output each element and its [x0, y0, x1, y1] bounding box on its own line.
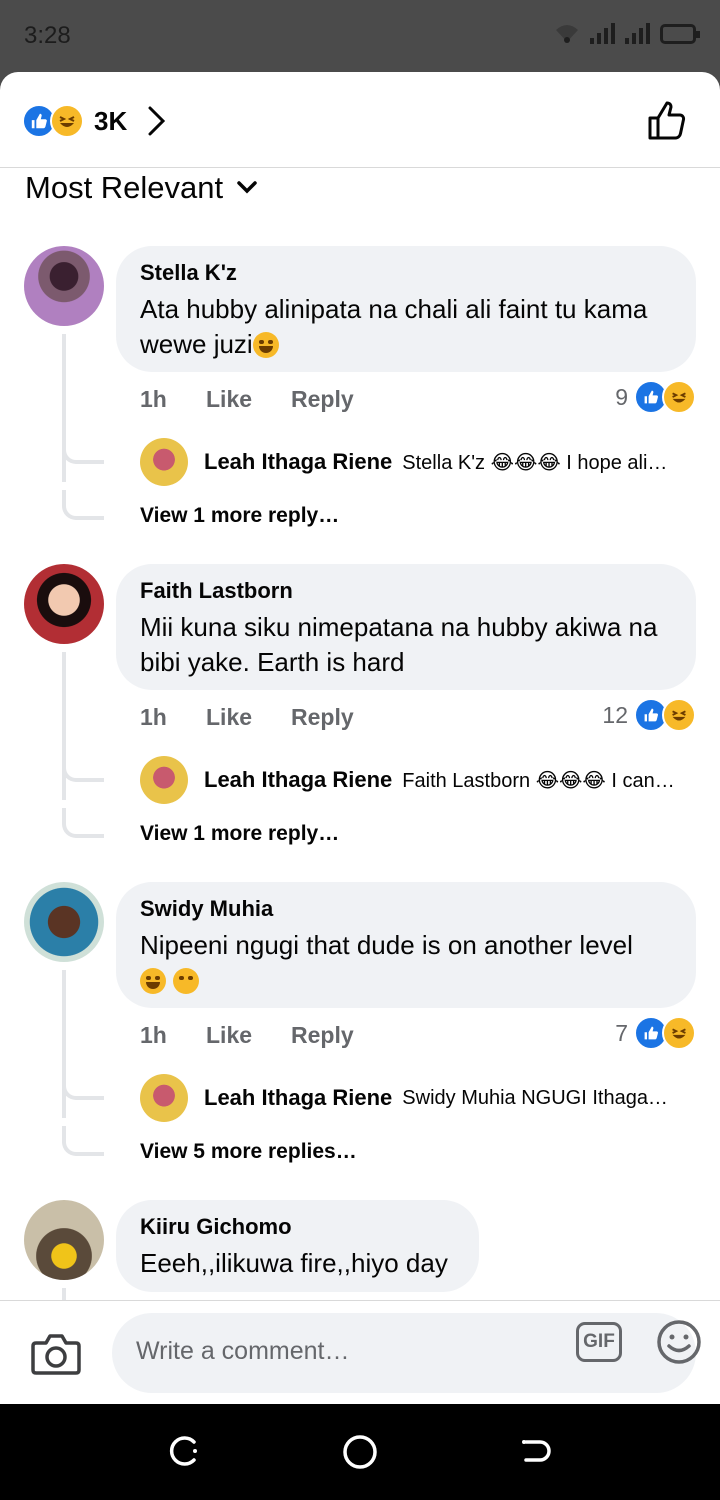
thread-branch: [62, 434, 104, 464]
comment-text: Mii kuna siku nimepatana na hubby akiwa …: [140, 612, 658, 677]
comment-placeholder: Write a comment…: [136, 1337, 350, 1365]
comment-text: Ata hubby alinipata na chali ali faint t…: [140, 294, 648, 359]
thread-line: [62, 1288, 66, 1300]
reply-author[interactable]: Leah Ithaga Riene: [204, 1085, 392, 1111]
chevron-down-icon: [237, 181, 257, 194]
thread-branch: [62, 808, 104, 838]
comment-time: 1h: [140, 1022, 167, 1048]
comment-author[interactable]: Stella K'z: [140, 260, 672, 286]
avatar-kiiru[interactable]: [24, 1200, 104, 1280]
comment-bubble[interactable]: Kiiru Gichomo Eeeh,,ilikuwa fire,,hiyo d…: [116, 1200, 479, 1292]
avatar-swidy[interactable]: [24, 882, 104, 962]
thread-branch: [62, 1126, 104, 1156]
reaction-count: 7: [615, 1019, 628, 1046]
reply-button[interactable]: Reply: [291, 704, 354, 731]
gif-button[interactable]: GIF: [576, 1322, 622, 1362]
comment-reactions[interactable]: 12: [602, 698, 696, 732]
comment-author[interactable]: Faith Lastborn: [140, 578, 672, 604]
like-outline-icon[interactable]: [646, 98, 690, 142]
haha-reaction-icon: [662, 1016, 696, 1050]
reply-author[interactable]: Leah Ithaga Riene: [204, 449, 392, 475]
like-button[interactable]: Like: [206, 704, 291, 731]
comment-reactions[interactable]: 9: [615, 380, 696, 414]
back-icon[interactable]: [518, 1434, 552, 1468]
like-button[interactable]: Like: [206, 386, 291, 413]
status-icons: [554, 22, 700, 44]
avatar-leah[interactable]: [140, 756, 188, 804]
comment-bubble[interactable]: Swidy Muhia Nipeeni ngugi that dude is o…: [116, 882, 696, 1008]
reply-preview[interactable]: Leah Ithaga Riene Faith Lastborn 😂😂😂 I c…: [140, 756, 675, 804]
sort-dropdown[interactable]: Most Relevant: [25, 170, 257, 206]
signal-icon-2: [625, 22, 650, 44]
comment-text: Eeeh,,ilikuwa fire,,hiyo day: [140, 1248, 448, 1278]
home-icon[interactable]: [342, 1434, 378, 1470]
comment-author[interactable]: Kiiru Gichomo: [140, 1214, 455, 1240]
comment-time: 1h: [140, 704, 167, 730]
reply-preview[interactable]: Leah Ithaga Riene Stella K'z 😂😂😂 I hope …: [140, 438, 667, 486]
avatar-leah[interactable]: [140, 438, 188, 486]
camera-icon[interactable]: [30, 1331, 82, 1377]
comment-bubble[interactable]: Stella K'z Ata hubby alinipata na chali …: [116, 246, 696, 372]
haha-reaction-icon: [662, 380, 696, 414]
thread-branch: [62, 490, 104, 520]
view-more-replies[interactable]: View 1 more reply…: [140, 504, 339, 528]
avatar-leah[interactable]: [140, 1074, 188, 1122]
comment-actions: 1h Like Reply: [140, 704, 354, 731]
comment-composer: Write a comment… GIF: [0, 1300, 720, 1404]
chevron-right-icon[interactable]: [144, 104, 168, 138]
thread-branch: [62, 1070, 104, 1100]
comment-bubble[interactable]: Faith Lastborn Mii kuna siku nimepatana …: [116, 564, 696, 690]
signal-icon: [590, 22, 615, 44]
haha-reaction-icon: [50, 104, 84, 138]
reaction-count: 9: [615, 383, 628, 410]
eye-roll-emoji-icon: [173, 968, 200, 994]
avatar-stella[interactable]: [24, 246, 104, 326]
thread-branch: [62, 752, 104, 782]
reply-text: Stella K'z 😂😂😂 I hope ali…: [402, 451, 668, 474]
reply-author[interactable]: Leah Ithaga Riene: [204, 767, 392, 793]
sort-label: Most Relevant: [25, 170, 224, 205]
reply-text: Faith Lastborn 😂😂😂 I can…: [402, 769, 675, 792]
grinning-emoji-icon: [140, 968, 166, 994]
reply-preview[interactable]: Leah Ithaga Riene Swidy Muhia NGUGI Itha…: [140, 1074, 668, 1122]
haha-reaction-icon: [662, 698, 696, 732]
system-nav-bar: [0, 1404, 720, 1500]
reply-button[interactable]: Reply: [291, 1022, 354, 1049]
reaction-icons: [22, 104, 84, 138]
comment-reactions[interactable]: 7: [615, 1016, 696, 1050]
comment-text: Nipeeni ngugi that dude is on another le…: [140, 928, 672, 998]
comment-time: 1h: [140, 386, 167, 412]
comment-actions: 1h Like Reply: [140, 1022, 354, 1049]
reaction-count: 3K: [94, 106, 128, 136]
avatar-faith[interactable]: [24, 564, 104, 644]
comment-actions: 1h Like Reply: [140, 386, 354, 413]
status-time: 3:28: [24, 22, 71, 49]
like-button[interactable]: Like: [206, 1022, 291, 1049]
battery-icon: [660, 24, 700, 44]
comments-sheet: 3K Most Relevant Stella K'z Ata hubby al…: [0, 72, 720, 1404]
reply-button[interactable]: Reply: [291, 386, 354, 413]
reactions-header[interactable]: 3K: [0, 72, 720, 168]
reply-text: Swidy Muhia NGUGI Ithaga…: [402, 1086, 668, 1109]
recent-apps-icon[interactable]: [168, 1434, 202, 1468]
view-more-replies[interactable]: View 5 more replies…: [140, 1140, 357, 1164]
reaction-count: 12: [602, 701, 628, 728]
laughing-emoji-icon: [252, 332, 279, 358]
view-more-replies[interactable]: View 1 more reply…: [140, 822, 339, 846]
wifi-icon: [556, 25, 578, 43]
status-bar: 3:28: [0, 0, 720, 72]
comment-author[interactable]: Swidy Muhia: [140, 896, 672, 922]
emoji-icon[interactable]: [656, 1319, 702, 1365]
